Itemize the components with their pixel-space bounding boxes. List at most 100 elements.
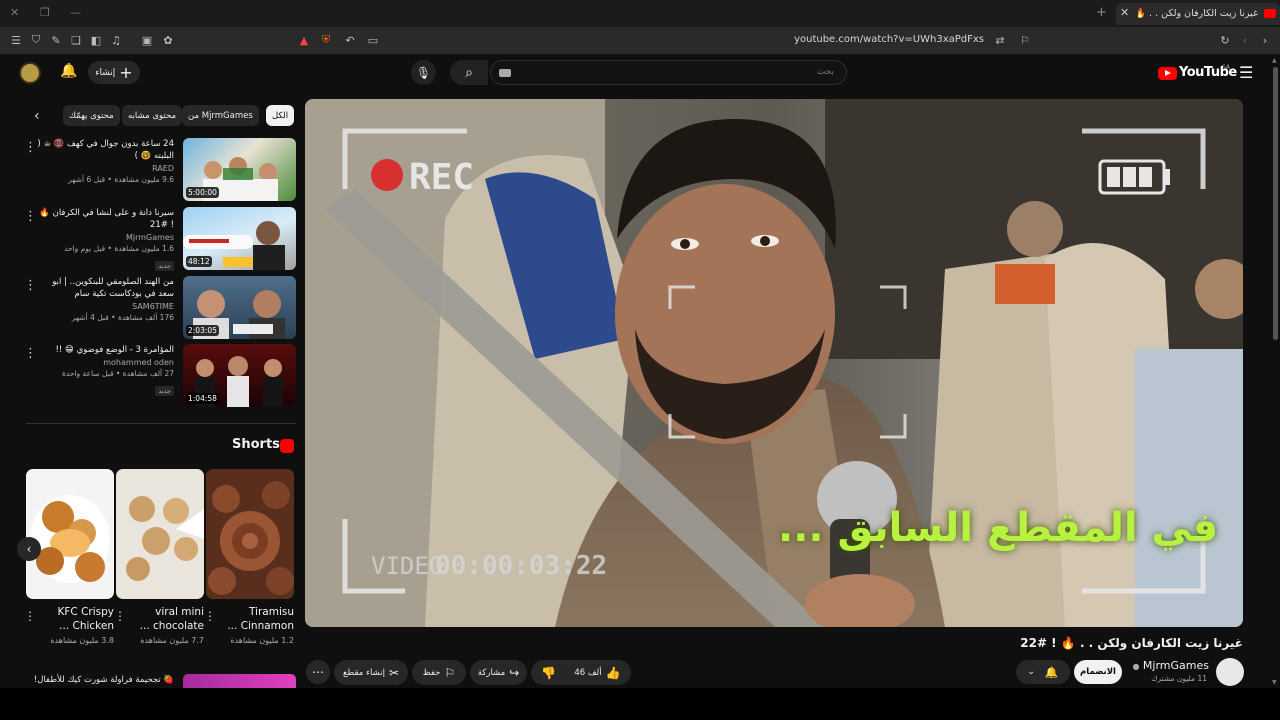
like-count[interactable]: 46 ألف bbox=[574, 668, 601, 678]
short-art bbox=[126, 496, 204, 581]
scroll-up-icon[interactable]: ▲ bbox=[1272, 57, 1277, 64]
short-title[interactable]: viral mini chocolate ... bbox=[116, 605, 204, 633]
next-item-title[interactable]: 🍓 تجحيمة فراولة شورت كيك للأطفال! bbox=[34, 675, 174, 685]
video-thumbnail[interactable]: 2:03:05 bbox=[183, 276, 296, 339]
related-video[interactable]: ⋮ سيرنا دانة و على لنشا في الكرفان 🔥 ! #… bbox=[20, 207, 296, 273]
short-title[interactable]: Tiramisu Cinnamon ... bbox=[206, 605, 294, 633]
channel-name[interactable]: MjrmGames bbox=[34, 233, 174, 242]
chip-all[interactable]: الكل bbox=[266, 105, 295, 126]
share-link-icon[interactable]: ⇄ bbox=[992, 32, 1008, 48]
video-meta: 9.6 مليون مشاهدة • قبل 6 أشهر bbox=[68, 175, 174, 184]
short-thumbnail[interactable] bbox=[116, 469, 204, 599]
avatar[interactable] bbox=[19, 62, 41, 84]
channel-name[interactable]: mohammed oden bbox=[34, 358, 174, 367]
browser-tab[interactable]: غيرنا زيت الكارفان ولكن . . 🔥 ! #22 ✕ bbox=[1116, 3, 1280, 25]
reload-icon[interactable]: ↻ bbox=[1217, 32, 1233, 48]
scroll-down-icon[interactable]: ▼ bbox=[1272, 679, 1277, 686]
address-bar[interactable]: youtube.com/watch?v=UWh3xaPdFxs bbox=[700, 34, 984, 45]
clip-button[interactable]: إنشاء مقطع ✂ bbox=[334, 660, 408, 685]
video-caption: في المقطع السابق ... bbox=[778, 505, 1219, 551]
tab-close-icon[interactable]: ✕ bbox=[1120, 6, 1129, 19]
back-icon[interactable]: ‹ bbox=[1237, 32, 1253, 48]
search-button[interactable]: ⌕ bbox=[450, 60, 488, 85]
brave-shield-icon[interactable]: ⛨ bbox=[318, 32, 334, 48]
shield-icon[interactable]: ⛉ bbox=[28, 32, 44, 48]
share-button[interactable]: مشاركة ↪ bbox=[470, 660, 527, 685]
video-info: من الهند الصلومفي للبنكوين.. | ابو سعد ف… bbox=[34, 276, 174, 322]
short-title[interactable]: KFC Crispy Chicken ... bbox=[26, 605, 114, 633]
short-item[interactable]: viral mini chocolate ... 7.7 مليون مشاهد… bbox=[114, 469, 204, 645]
chip-from-channel[interactable]: من MjrmGames bbox=[182, 105, 259, 126]
channel-avatar[interactable] bbox=[1216, 658, 1244, 686]
tab-title: غيرنا زيت الكارفان ولكن . . 🔥 ! #22 bbox=[1138, 8, 1258, 19]
more-options-icon[interactable]: ⋮ bbox=[114, 609, 126, 623]
restore-window-icon[interactable]: ❐ bbox=[40, 6, 50, 19]
save-button[interactable]: حفظ ⚐ bbox=[412, 660, 466, 685]
channel-name[interactable]: RAED bbox=[34, 164, 174, 173]
search-input[interactable]: بحث bbox=[490, 60, 847, 85]
related-video[interactable]: ⋮ المؤامرة 3 - الوضع فوضوي 😁 !! mohammed… bbox=[20, 344, 296, 410]
sidebar-icon[interactable]: ◧ bbox=[88, 32, 104, 48]
short-item[interactable]: KFC Crispy Chicken ... 3.8 مليون مشاهدة … bbox=[24, 469, 114, 645]
subscription-bell-button[interactable]: ⌄ 🔔 bbox=[1016, 660, 1070, 684]
forward-icon[interactable]: › bbox=[1257, 32, 1273, 48]
chip-for-you[interactable]: محتوى يهمّك bbox=[63, 105, 120, 126]
pen-icon[interactable]: ✎ bbox=[48, 32, 64, 48]
menu-icon[interactable]: ☰ bbox=[8, 32, 24, 48]
short-views: 7.7 مليون مشاهدة bbox=[140, 636, 204, 645]
page-scrollbar[interactable]: ▲ ▼ bbox=[1271, 55, 1280, 688]
video-thumbnail[interactable]: 5:00:00 bbox=[183, 138, 296, 201]
short-thumbnail[interactable] bbox=[26, 469, 114, 599]
video-thumbnail[interactable]: 1:04:58 bbox=[183, 344, 296, 407]
screen-icon[interactable]: ▭ bbox=[365, 32, 381, 48]
video-title[interactable]: سيرنا دانة و على لنشا في الكرفان 🔥 ! #21 bbox=[34, 207, 174, 231]
shorts-previous-arrow-icon[interactable]: ‹ bbox=[17, 537, 41, 561]
create-button[interactable]: إنشاء + bbox=[88, 61, 140, 84]
tabs-icon[interactable]: ❏ bbox=[68, 32, 84, 48]
more-actions-icon[interactable]: ⋯ bbox=[306, 660, 330, 684]
more-options-icon[interactable]: ⋮ bbox=[204, 609, 216, 623]
bookmark-icon[interactable]: ⚐ bbox=[1017, 32, 1033, 48]
dislike-icon[interactable]: 👎 bbox=[541, 666, 556, 680]
more-options-icon[interactable]: ⋮ bbox=[24, 609, 36, 623]
minimize-window-icon[interactable]: — bbox=[70, 6, 81, 19]
media-icon[interactable]: ▣ bbox=[139, 32, 155, 48]
video-info: 24 ساعة بدون جوال في كهف 📵 ☕ ( البلبته 🤓… bbox=[34, 138, 174, 184]
short-art bbox=[208, 481, 294, 595]
video-info: سيرنا دانة و على لنشا في الكرفان 🔥 ! #21… bbox=[34, 207, 174, 272]
like-icon[interactable]: 👍 bbox=[606, 666, 621, 680]
voice-search-icon[interactable]: 🎙 bbox=[411, 60, 436, 85]
related-video[interactable]: ⋮ من الهند الصلومفي للبنكوين.. | ابو سعد… bbox=[20, 276, 296, 342]
video-thumbnail[interactable]: 48:12 bbox=[183, 207, 296, 270]
join-button[interactable]: الانضمام bbox=[1074, 660, 1122, 684]
keyboard-icon[interactable] bbox=[499, 69, 511, 77]
related-video[interactable]: ⋮ 24 ساعة بدون جوال في كهف 📵 ☕ ( البلبته… bbox=[20, 138, 296, 204]
chips-next-arrow-icon[interactable]: ‹ bbox=[34, 108, 40, 124]
browser-toolbar: ☰ ⛉ ✎ ❏ ◧ ♫ ▣ ✿ ▲ ⛨ ↶ ▭ youtube.com/watc… bbox=[0, 27, 1280, 54]
video-title[interactable]: 24 ساعة بدون جوال في كهف 📵 ☕ ( البلبته 🤓… bbox=[34, 138, 174, 162]
next-item-thumbnail[interactable] bbox=[183, 674, 296, 688]
plus-icon: + bbox=[119, 63, 133, 82]
short-thumbnail[interactable] bbox=[206, 469, 294, 599]
video-title: غيرنا زيت الكارفان ولكن . . 🔥 ! #22 bbox=[1020, 636, 1243, 650]
scrollbar-thumb[interactable] bbox=[1273, 67, 1278, 340]
notifications-bell-icon[interactable]: 🔔 bbox=[60, 63, 77, 79]
list-item[interactable]: 🍓 تجحيمة فراولة شورت كيك للأطفال! bbox=[26, 674, 296, 688]
new-tab-button[interactable]: + bbox=[1096, 5, 1107, 20]
channel-name[interactable]: SAM6TIME bbox=[34, 302, 174, 311]
video-duration: 5:00:00 bbox=[186, 187, 219, 198]
close-window-icon[interactable]: ✕ bbox=[10, 6, 19, 19]
short-item[interactable]: Tiramisu Cinnamon ... 1.2 مليون مشاهدة ⋮ bbox=[204, 469, 294, 645]
guide-menu-icon[interactable]: ☰ bbox=[1239, 63, 1253, 82]
channel-name[interactable]: ● MjrmGames bbox=[1132, 659, 1209, 672]
video-title[interactable]: المؤامرة 3 - الوضع فوضوي 😁 !! bbox=[34, 344, 174, 356]
chip-related[interactable]: محتوى مشابه bbox=[122, 105, 182, 126]
save-label: حفظ bbox=[422, 667, 441, 678]
warning-icon[interactable]: ▲ bbox=[296, 32, 312, 48]
youtube-favicon-icon bbox=[1264, 9, 1276, 18]
youtube-logo[interactable]: YouTube SA bbox=[1158, 64, 1237, 82]
video-title[interactable]: من الهند الصلومفي للبنكوين.. | ابو سعد ف… bbox=[34, 276, 174, 300]
extensions-icon[interactable]: ✿ bbox=[160, 32, 176, 48]
undo-icon[interactable]: ↶ bbox=[342, 32, 358, 48]
music-icon[interactable]: ♫ bbox=[108, 32, 124, 48]
